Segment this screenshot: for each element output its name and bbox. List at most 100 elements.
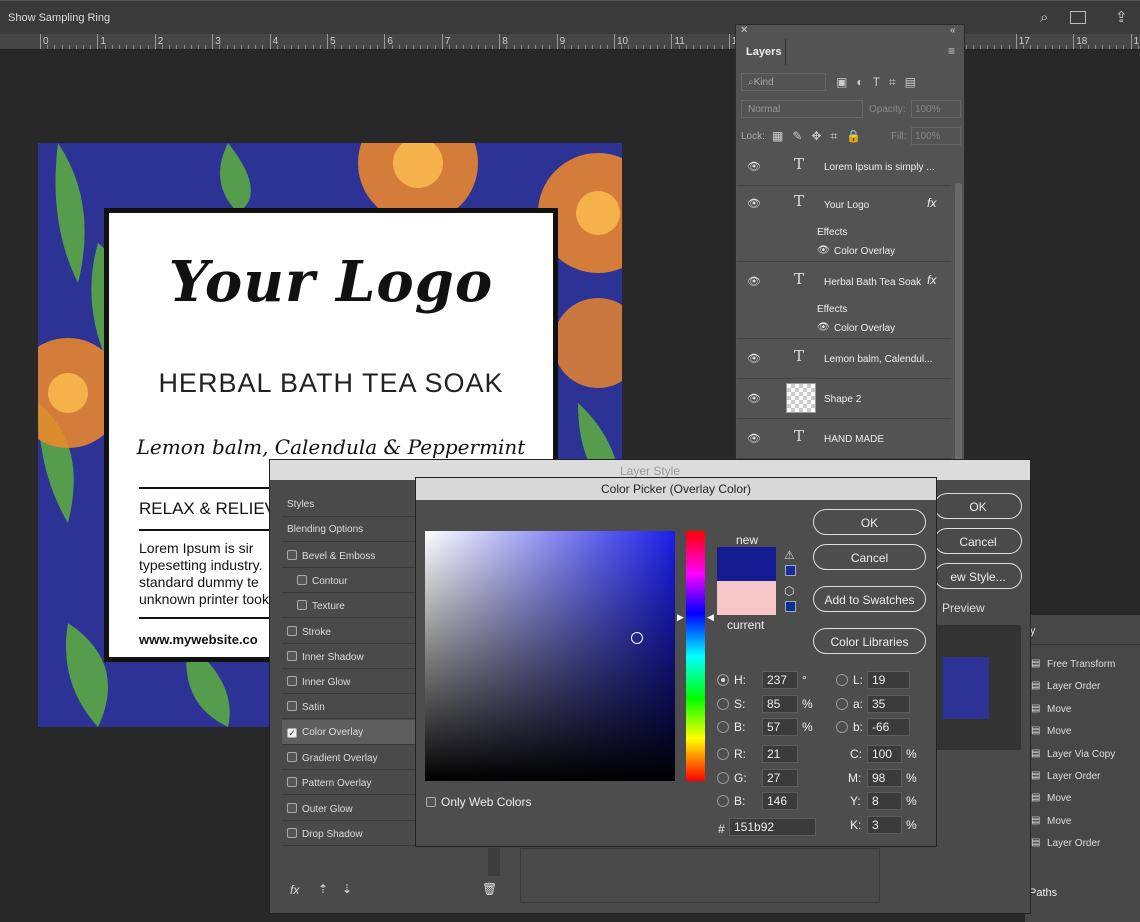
style-checkbox[interactable]: [287, 827, 297, 838]
ok-button[interactable]: OK: [813, 509, 926, 535]
style-item[interactable]: Drop Shadow: [282, 821, 416, 846]
lab-b-radio[interactable]: [836, 721, 848, 733]
new-style-button[interactable]: ew Style...: [934, 563, 1022, 589]
style-item[interactable]: ✓ Color Overlay: [282, 719, 416, 745]
style-item[interactable]: Texture: [282, 593, 416, 619]
history-item[interactable]: ▤ Move: [1025, 720, 1140, 742]
l-input[interactable]: 19: [867, 671, 910, 689]
history-item[interactable]: ▤ Move: [1025, 787, 1140, 809]
collapse-icon[interactable]: «: [950, 25, 956, 36]
hue-slider[interactable]: [686, 531, 705, 781]
add-to-swatches-button[interactable]: Add to Swatches: [813, 586, 926, 612]
fill-input[interactable]: 100%: [911, 127, 961, 145]
web-safe-swatch[interactable]: [785, 601, 796, 612]
history-item[interactable]: ▤ Move: [1025, 810, 1140, 832]
tab-paths[interactable]: Paths: [1029, 887, 1057, 899]
sampling-ring-label[interactable]: Show Sampling Ring: [8, 12, 110, 24]
only-web-colors-label[interactable]: Only Web Colors: [441, 795, 531, 809]
filter-icons[interactable]: ▣◐T⌗▤: [836, 75, 925, 90]
color-libraries-button[interactable]: Color Libraries: [813, 628, 926, 654]
h-radio[interactable]: [717, 674, 729, 686]
style-item[interactable]: Inner Glow: [282, 669, 416, 695]
web-safe-cube-icon[interactable]: ⬡: [784, 584, 794, 598]
search-icon[interactable]: ⌕: [1040, 9, 1048, 26]
m-input[interactable]: 98: [867, 769, 902, 787]
history-item[interactable]: ▤ Layer Via Copy: [1025, 743, 1140, 765]
a-input[interactable]: 35: [867, 695, 910, 713]
layers-scrollbar[interactable]: [955, 183, 962, 473]
s-radio[interactable]: [717, 698, 729, 710]
share-icon[interactable]: ⇪: [1115, 8, 1128, 26]
b-radio[interactable]: [717, 721, 729, 733]
visibility-eye-icon[interactable]: 👁: [747, 275, 761, 288]
visibility-eye-icon[interactable]: 👁: [747, 197, 761, 210]
history-item[interactable]: ▤ Move: [1025, 698, 1140, 720]
lab-b-input[interactable]: -66: [867, 718, 910, 736]
cancel-button[interactable]: Cancel: [813, 544, 926, 570]
ok-button[interactable]: OK: [934, 493, 1022, 519]
style-item[interactable]: Inner Shadow: [282, 644, 416, 669]
hex-input[interactable]: 151b92: [729, 818, 816, 836]
history-item[interactable]: ▤ Layer Order: [1025, 765, 1140, 787]
fx-icon[interactable]: fx: [927, 273, 936, 287]
layer-row[interactable]: 👁 Shape 2: [737, 379, 951, 419]
gamut-swatch[interactable]: [785, 565, 796, 576]
style-item[interactable]: Bevel & Emboss: [282, 543, 416, 568]
c-input[interactable]: 100: [867, 745, 902, 763]
style-item[interactable]: Contour: [282, 568, 416, 593]
layer-row[interactable]: 👁 T Lemon balm, Calendul...: [737, 339, 951, 379]
style-checkbox[interactable]: [287, 676, 297, 687]
style-item[interactable]: Satin: [282, 694, 416, 720]
style-checkbox[interactable]: [287, 625, 297, 636]
y-input[interactable]: 8: [867, 792, 902, 810]
close-icon[interactable]: ✕: [740, 25, 748, 36]
style-checkbox[interactable]: [287, 701, 297, 712]
hue-slider-right-arrow[interactable]: ◀: [707, 612, 714, 623]
effect-eye-icon[interactable]: 👁: [817, 322, 830, 333]
s-input[interactable]: 85: [762, 695, 798, 713]
visibility-eye-icon[interactable]: 👁: [747, 352, 761, 365]
layer-row[interactable]: 👁 T Lorem Ipsum is simply ...: [737, 149, 951, 186]
style-item[interactable]: Pattern Overlay: [282, 770, 416, 796]
gamut-warning-icon[interactable]: ⚠: [784, 548, 795, 562]
layer-row[interactable]: 👁 T HAND MADE: [737, 419, 951, 459]
visibility-eye-icon[interactable]: 👁: [747, 392, 761, 405]
layer-row[interactable]: 👁 T Herbal Bath Tea Soak fx Effects 👁 Co…: [737, 262, 951, 339]
blue-radio[interactable]: [717, 795, 729, 807]
current-color-swatch[interactable]: [717, 581, 776, 615]
k-input[interactable]: 3: [867, 816, 902, 834]
color-field[interactable]: [425, 531, 675, 781]
color-field-cursor[interactable]: [631, 632, 643, 644]
style-checkbox[interactable]: [287, 752, 297, 762]
style-checkbox[interactable]: ✓: [287, 727, 297, 738]
r-input[interactable]: 21: [762, 745, 798, 763]
kind-filter[interactable]: ⌕Kind: [741, 73, 826, 91]
lock-icons[interactable]: ▦✎✥⌗🔒: [772, 129, 870, 144]
effect-eye-icon[interactable]: 👁: [817, 245, 830, 256]
g-input[interactable]: 27: [762, 769, 798, 787]
trash-icon[interactable]: 🗑: [482, 882, 497, 896]
style-checkbox[interactable]: [287, 802, 297, 813]
opacity-input[interactable]: 100%: [911, 100, 961, 118]
fx-icon[interactable]: fx: [927, 196, 936, 210]
history-item[interactable]: ▤ Free Transform: [1025, 653, 1140, 675]
l-radio[interactable]: [836, 674, 848, 686]
b-input[interactable]: 57: [762, 718, 798, 736]
style-item[interactable]: Outer Glow: [282, 796, 416, 821]
preview-label[interactable]: Preview: [942, 601, 985, 615]
layer-row[interactable]: 👁 T Your Logo fx Effects 👁 Color Overlay: [737, 186, 951, 262]
history-item[interactable]: ▤ Layer Order: [1025, 675, 1140, 697]
style-list-scrollbar[interactable]: [488, 848, 500, 876]
a-radio[interactable]: [836, 698, 848, 710]
g-radio[interactable]: [717, 772, 729, 784]
style-item[interactable]: Stroke: [282, 619, 416, 644]
only-web-colors-checkbox[interactable]: [426, 797, 436, 807]
style-item[interactable]: Gradient Overlay: [282, 745, 416, 770]
style-checkbox[interactable]: [287, 650, 297, 661]
style-checkbox[interactable]: [287, 777, 297, 788]
history-item[interactable]: ▤ Layer Order: [1025, 832, 1140, 854]
style-checkbox[interactable]: [297, 600, 307, 611]
fx-menu-icon[interactable]: fx: [290, 883, 299, 897]
tab-layers[interactable]: Layers: [736, 39, 786, 65]
r-radio[interactable]: [717, 748, 729, 760]
